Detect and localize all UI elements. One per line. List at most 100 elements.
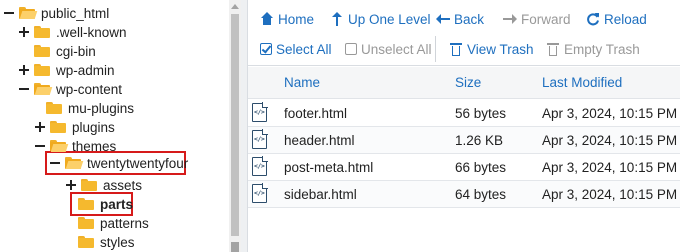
tree-item-label: twentytwentyfour <box>87 155 189 171</box>
expand-icon[interactable] <box>35 122 45 132</box>
empty-trash-label: Empty Trash <box>564 41 640 57</box>
unselect-all-button[interactable]: Unselect All <box>345 40 432 58</box>
up-one-level-button[interactable]: Up One Level <box>330 10 431 28</box>
folder-icon <box>34 26 50 38</box>
collapse-icon[interactable] <box>35 141 45 151</box>
arrow-up-icon <box>330 12 344 26</box>
tree-item-well-known[interactable]: .well-known <box>19 23 127 41</box>
table-row[interactable]: header.html 1.26 KB Apr 3, 2024, 10:15 P… <box>248 127 680 154</box>
expand-icon[interactable] <box>19 65 29 75</box>
folder-icon <box>46 102 62 114</box>
html-file-icon <box>252 183 268 203</box>
file-size: 1.26 KB <box>455 133 504 148</box>
table-row[interactable]: post-meta.html 66 bytes Apr 3, 2024, 10:… <box>248 154 680 181</box>
toolbar-separator <box>435 36 436 62</box>
file-size: 66 bytes <box>455 160 507 175</box>
forward-label: Forward <box>521 11 571 27</box>
tree-item-styles[interactable]: styles <box>78 233 135 251</box>
html-file-icon <box>252 129 268 149</box>
trash-icon <box>449 42 463 56</box>
tree-item-plugins[interactable]: plugins <box>35 118 115 136</box>
folder-icon <box>50 121 66 133</box>
column-header-last-modified[interactable]: Last Modified <box>542 75 622 90</box>
empty-trash-button[interactable]: Empty Trash <box>546 40 640 58</box>
folder-tree: public_html .well-known cgi-bin wp-admin… <box>0 0 229 252</box>
tree-item-label: plugins <box>72 119 115 135</box>
folder-icon <box>34 64 50 76</box>
folder-open-icon <box>65 157 84 169</box>
folder-icon <box>34 45 50 57</box>
tree-item-label: styles <box>100 234 135 250</box>
trash-icon <box>546 42 560 56</box>
folder-open-icon <box>34 83 53 95</box>
checkbox-empty-icon <box>345 43 357 55</box>
file-name: sidebar.html <box>284 187 357 202</box>
file-size: 56 bytes <box>455 106 507 121</box>
tree-item-label: assets <box>103 177 143 193</box>
folder-open-icon <box>19 7 38 19</box>
reload-icon <box>586 12 600 26</box>
home-icon <box>260 12 274 26</box>
tree-item-mu-plugins[interactable]: mu-plugins <box>46 99 134 117</box>
folder-open-icon <box>50 140 69 152</box>
collapse-icon[interactable] <box>4 8 14 18</box>
reload-label: Reload <box>604 11 647 27</box>
back-label: Back <box>454 11 485 27</box>
tree-item-cgi-bin[interactable]: cgi-bin <box>34 42 96 60</box>
tree-item-label: mu-plugins <box>68 100 135 116</box>
up-one-level-label: Up One Level <box>348 11 431 27</box>
tree-scrollbar[interactable] <box>229 0 241 252</box>
tree-item-label: wp-content <box>56 81 123 97</box>
folder-icon <box>78 236 94 248</box>
arrow-left-icon <box>436 12 450 26</box>
table-row[interactable]: footer.html 56 bytes Apr 3, 2024, 10:15 … <box>248 100 680 127</box>
html-file-icon <box>252 156 268 176</box>
collapse-icon[interactable] <box>19 84 29 94</box>
tree-item-parts[interactable]: parts <box>78 195 133 213</box>
file-name: header.html <box>284 133 355 148</box>
file-name: footer.html <box>284 106 348 121</box>
file-modified: Apr 3, 2024, 10:15 PM <box>542 160 678 175</box>
select-all-label: Select All <box>276 41 332 57</box>
checkbox-checked-icon <box>260 43 272 55</box>
tree-item-label: parts <box>100 196 134 212</box>
file-modified: Apr 3, 2024, 10:15 PM <box>542 106 678 121</box>
select-all-button[interactable]: Select All <box>260 40 332 58</box>
table-header: Name Size Last Modified <box>248 67 680 99</box>
tree-item-label: patterns <box>100 215 149 231</box>
arrow-right-icon <box>503 12 517 26</box>
expand-icon[interactable] <box>19 27 29 37</box>
scroll-up-arrow-icon[interactable] <box>231 4 239 9</box>
tree-item-wp-content[interactable]: wp-content <box>19 80 122 98</box>
view-trash-button[interactable]: View Trash <box>449 40 534 58</box>
view-trash-label: View Trash <box>467 41 534 57</box>
home-button[interactable]: Home <box>260 10 314 28</box>
tree-item-public-html[interactable]: public_html <box>4 4 109 22</box>
tree-item-wp-admin[interactable]: wp-admin <box>19 61 115 79</box>
table-row[interactable]: sidebar.html 64 bytes Apr 3, 2024, 10:15… <box>248 181 680 208</box>
tree-item-twentytwentyfour[interactable]: twentytwentyfour <box>50 154 188 172</box>
folder-icon <box>78 217 94 229</box>
file-modified: Apr 3, 2024, 10:15 PM <box>542 133 678 148</box>
tree-item-patterns[interactable]: patterns <box>78 214 149 232</box>
html-file-icon <box>252 102 268 122</box>
tree-item-label: .well-known <box>56 24 127 40</box>
expand-icon[interactable] <box>66 180 76 190</box>
file-size: 64 bytes <box>455 187 507 202</box>
collapse-icon[interactable] <box>50 158 60 168</box>
tree-item-label: wp-admin <box>56 62 115 78</box>
file-list-panel: Home Up One Level Back Forward Reload Se… <box>247 0 680 252</box>
back-button[interactable]: Back <box>436 10 484 28</box>
folder-icon <box>78 198 94 210</box>
tree-item-label: cgi-bin <box>56 43 96 59</box>
reload-button[interactable]: Reload <box>586 10 647 28</box>
file-name: post-meta.html <box>284 160 374 175</box>
scrollbar-thumb[interactable] <box>231 14 239 236</box>
toolbar: Home Up One Level Back Forward Reload Se… <box>248 0 680 66</box>
tree-item-label: public_html <box>41 5 110 21</box>
unselect-all-label: Unselect All <box>361 41 432 57</box>
column-header-name[interactable]: Name <box>284 75 320 90</box>
column-header-size[interactable]: Size <box>455 75 481 90</box>
scroll-down-arrow-icon[interactable] <box>231 242 239 252</box>
forward-button[interactable]: Forward <box>503 10 571 28</box>
